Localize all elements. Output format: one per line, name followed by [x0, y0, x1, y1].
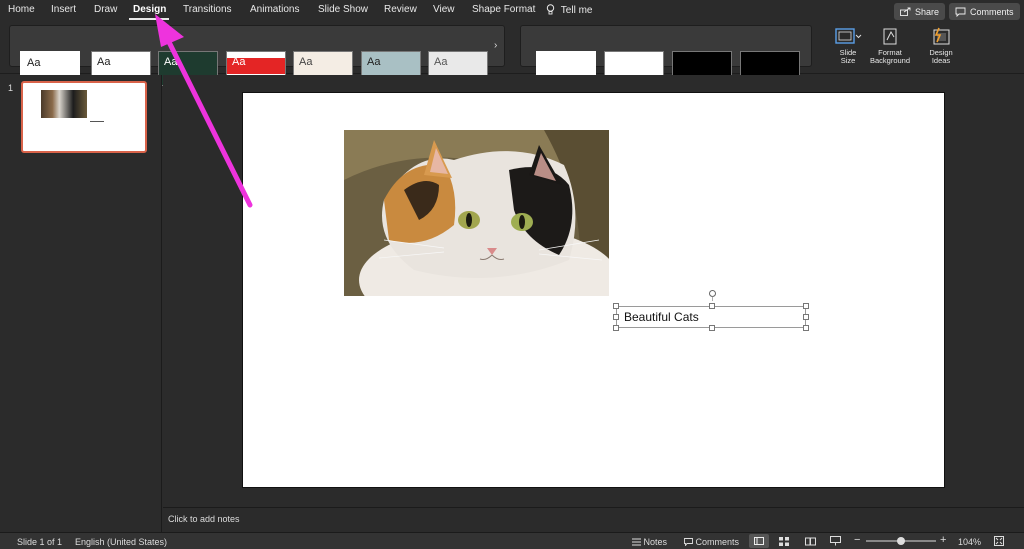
powerpoint-window: Home Insert Draw Design Transitions Anim…	[0, 0, 1024, 549]
resize-handle[interactable]	[803, 314, 809, 320]
tell-me-label: Tell me	[560, 5, 593, 16]
themes-more-chevron-icon[interactable]: ›	[494, 40, 497, 51]
notes-placeholder: Click to add notes	[168, 514, 240, 524]
reading-view-icon[interactable]	[805, 537, 816, 546]
fit-to-window-icon[interactable]	[994, 536, 1004, 546]
slide-info: Slide 1 of 1	[17, 537, 63, 547]
resize-handle[interactable]	[803, 303, 809, 309]
thumbnail-cat-image	[41, 90, 87, 118]
resize-handle[interactable]	[709, 303, 715, 309]
tab-animations[interactable]: Animations	[250, 4, 299, 15]
resize-handle[interactable]	[709, 325, 715, 331]
zoom-slider[interactable]	[866, 537, 936, 545]
design-ideas-button[interactable]: Design Ideas	[918, 24, 964, 72]
rotate-handle-icon[interactable]	[708, 289, 717, 301]
slide-editor: Beautiful Cats	[163, 75, 1024, 507]
title-textbox[interactable]: Beautiful Cats	[613, 290, 809, 331]
theme-label: Aa	[232, 56, 246, 68]
design-ideas-label-2: Ideas	[931, 56, 951, 65]
comment-icon	[684, 538, 693, 547]
share-button[interactable]: Share	[894, 3, 946, 20]
theme-label: Aa	[164, 56, 178, 68]
tell-me[interactable]: Tell me	[546, 4, 592, 16]
share-label: Share	[915, 6, 940, 17]
resize-handle[interactable]	[613, 314, 619, 320]
theme-label: Aa	[97, 56, 111, 68]
tab-slide-show[interactable]: Slide Show	[318, 4, 368, 15]
design-ideas-icon	[933, 27, 950, 45]
slide-canvas[interactable]: Beautiful Cats	[242, 92, 945, 488]
comments-toggle-label: Comments	[695, 537, 740, 547]
status-bar: Slide 1 of 1 English (United States) Not…	[0, 532, 1024, 549]
tab-insert[interactable]: Insert	[51, 4, 76, 15]
zoom-level[interactable]: 104%	[958, 537, 981, 547]
tab-review[interactable]: Review	[384, 4, 417, 15]
resize-handle[interactable]	[803, 325, 809, 331]
slide-size-label-2: Size	[840, 56, 856, 65]
tab-draw[interactable]: Draw	[94, 4, 117, 15]
tab-shape-format[interactable]: Shape Format	[472, 4, 535, 15]
tab-design[interactable]: Design	[133, 4, 166, 15]
notes-pane[interactable]: Click to add notes	[163, 507, 1024, 532]
normal-view-icon	[754, 537, 764, 545]
slide-size-button[interactable]: Slide Size	[825, 24, 871, 72]
theme-label: Aa	[434, 56, 448, 68]
thumbnail-text	[90, 121, 104, 122]
format-background-label-2: Background	[869, 56, 911, 65]
slideshow-icon[interactable]	[830, 536, 841, 546]
calico-cat-image	[344, 130, 609, 296]
comment-icon	[955, 7, 966, 17]
notes-toggle-label: Notes	[643, 537, 668, 547]
textbox-text: Beautiful Cats	[624, 310, 699, 324]
lightbulb-icon	[546, 4, 555, 15]
notes-toggle[interactable]: Notes	[632, 537, 667, 547]
language[interactable]: English (United States)	[75, 537, 167, 547]
zoom-slider-thumb[interactable]	[897, 537, 905, 545]
slide-thumbnail[interactable]	[21, 81, 147, 153]
comments-toggle[interactable]: Comments	[684, 537, 739, 547]
slide-size-icon	[835, 28, 862, 44]
resize-handle[interactable]	[613, 303, 619, 309]
comments-button[interactable]: Comments	[949, 3, 1020, 20]
zoom-in-button[interactable]: +	[940, 534, 946, 546]
cat-photo[interactable]	[344, 130, 609, 296]
format-background-button[interactable]: Format Background	[866, 24, 914, 72]
tab-transitions[interactable]: Transitions	[183, 4, 232, 15]
normal-view-button[interactable]	[749, 534, 769, 548]
theme-label: Aa	[367, 56, 381, 68]
slide-thumbnail-pane: 1	[0, 75, 162, 532]
theme-label: Aa	[27, 57, 41, 69]
tab-view[interactable]: View	[433, 4, 455, 15]
comments-label: Comments	[970, 6, 1014, 17]
resize-handle[interactable]	[613, 325, 619, 331]
share-icon	[900, 7, 911, 16]
ribbon: Aa Aa Aa Aa Aa Aa Aa › Slide Size Format Backg…	[0, 22, 1024, 86]
tab-home[interactable]: Home	[8, 4, 35, 15]
active-tab-indicator	[129, 18, 169, 20]
theme-label: Aa	[299, 56, 313, 68]
ribbon-tabs: Home Insert Draw Design Transitions Anim…	[0, 0, 1024, 22]
format-background-icon	[883, 28, 897, 45]
slide-sorter-icon[interactable]	[779, 537, 789, 546]
zoom-out-button[interactable]: −	[854, 534, 860, 546]
notes-icon	[632, 538, 641, 546]
slide-number: 1	[8, 83, 14, 93]
